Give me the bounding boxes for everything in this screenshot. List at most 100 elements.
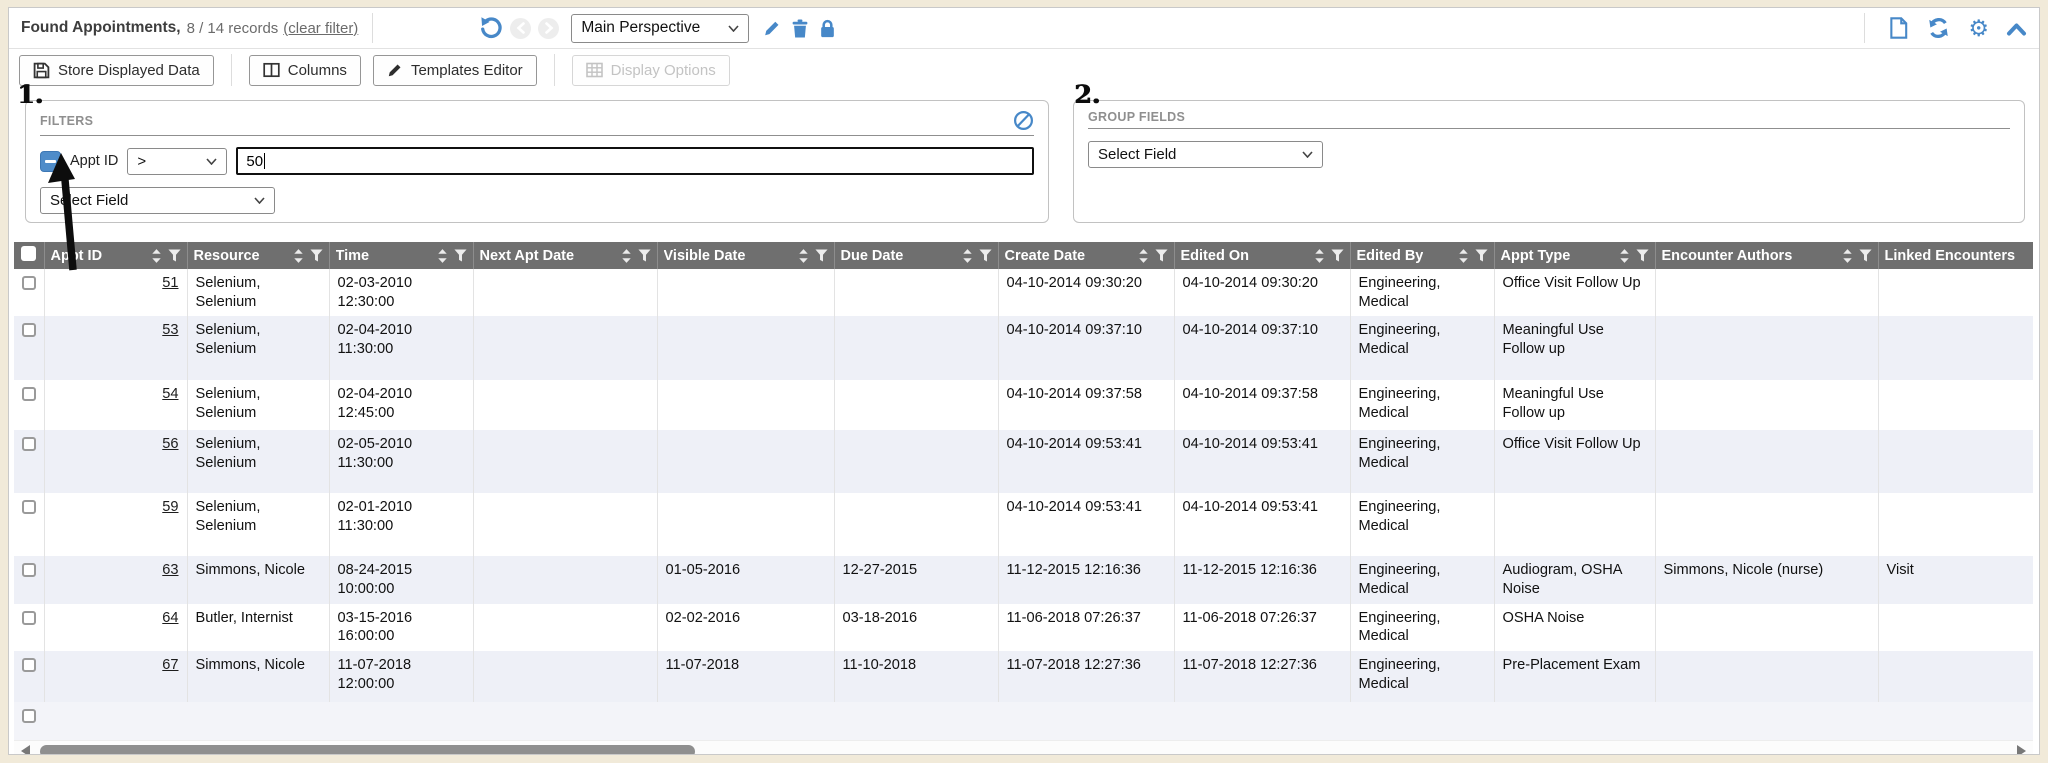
cell-edited_on: 04-10-2014 09:53:41	[1174, 493, 1350, 556]
scrollbar-thumb[interactable]	[40, 745, 695, 755]
templates-editor-button[interactable]: Templates Editor	[373, 55, 537, 86]
divider	[231, 54, 232, 86]
store-displayed-data-button[interactable]: Store Displayed Data	[19, 55, 214, 86]
column-header-appt_id[interactable]: Appt ID	[44, 242, 187, 269]
row-checkbox[interactable]	[22, 276, 36, 290]
filter-value-input[interactable]: 50	[236, 147, 1034, 175]
column-header-linked_encounters[interactable]: Linked Encounters	[1878, 242, 2033, 269]
sort-icon[interactable]	[293, 249, 304, 263]
column-header-next_apt_date[interactable]: Next Apt Date	[473, 242, 657, 269]
collapse-chevron-icon[interactable]	[2006, 21, 2027, 36]
row-checkbox[interactable]	[22, 323, 36, 337]
cell-resource: Selenium, Selenium	[187, 430, 329, 493]
history-back-icon[interactable]	[510, 18, 531, 39]
row-checkbox[interactable]	[22, 437, 36, 451]
cell-resource: Simmons, Nicole	[187, 651, 329, 702]
cell-due_date	[834, 380, 998, 430]
cell-appt_type: OSHA Noise	[1494, 604, 1655, 651]
edit-perspective-icon[interactable]	[762, 19, 781, 38]
cell-encounter_authors	[1655, 604, 1878, 651]
column-header-edited_on[interactable]: Edited On	[1174, 242, 1350, 269]
delete-perspective-icon[interactable]	[791, 19, 809, 38]
sort-icon[interactable]	[962, 249, 973, 263]
clear-all-filters-icon[interactable]	[1013, 110, 1034, 131]
appt-id-link[interactable]: 54	[162, 386, 178, 402]
undo-icon[interactable]	[479, 16, 503, 40]
table-row: 59Selenium, Selenium02-01-2010 11:30:000…	[14, 493, 2033, 556]
column-header-edited_by[interactable]: Edited By	[1350, 242, 1494, 269]
cell-edited_by: Engineering, Medical	[1350, 430, 1494, 493]
row-checkbox[interactable]	[22, 658, 36, 672]
settings-gear-icon[interactable]: ⚙	[1968, 17, 1989, 40]
sort-icon[interactable]	[1842, 249, 1853, 263]
columns-button[interactable]: Columns	[249, 55, 361, 86]
remove-filter-button[interactable]	[40, 151, 61, 172]
filter-funnel-icon[interactable]	[979, 249, 992, 262]
filter-funnel-icon[interactable]	[1636, 249, 1649, 262]
history-forward-icon[interactable]	[538, 18, 559, 39]
horizontal-scrollbar[interactable]	[14, 740, 2033, 755]
clear-filter-link[interactable]: (clear filter)	[283, 20, 358, 37]
filter-funnel-icon[interactable]	[1475, 249, 1488, 262]
filter-funnel-icon[interactable]	[638, 249, 651, 262]
appt-id-link[interactable]: 51	[162, 275, 178, 291]
row-checkbox[interactable]	[22, 387, 36, 401]
scroll-right-arrow-icon[interactable]	[2017, 745, 2026, 755]
sort-icon[interactable]	[798, 249, 809, 263]
filter-funnel-icon[interactable]	[815, 249, 828, 262]
cell-edited_on: 04-10-2014 09:37:58	[1174, 380, 1350, 430]
filter-funnel-icon[interactable]	[1859, 249, 1872, 262]
sort-icon[interactable]	[1458, 249, 1469, 263]
appt-id-link[interactable]: 67	[162, 657, 178, 673]
filter-funnel-icon[interactable]	[1331, 249, 1344, 262]
lock-perspective-icon[interactable]	[819, 19, 836, 38]
sort-icon[interactable]	[1138, 249, 1149, 263]
new-record-icon[interactable]	[1889, 17, 1908, 39]
appt-id-link[interactable]: 63	[162, 562, 178, 578]
grid-icon	[586, 62, 603, 78]
cell-next_apt_date	[473, 556, 657, 603]
scroll-left-arrow-icon[interactable]	[21, 745, 30, 755]
sort-icon[interactable]	[621, 249, 632, 263]
row-checkbox[interactable]	[22, 709, 36, 723]
filter-funnel-icon[interactable]	[168, 249, 181, 262]
row-checkbox[interactable]	[22, 611, 36, 625]
column-header-resource[interactable]: Resource	[187, 242, 329, 269]
select-all-header[interactable]	[14, 242, 44, 269]
sort-icon[interactable]	[437, 249, 448, 263]
cell-appt_id: 56	[44, 430, 187, 493]
row-checkbox[interactable]	[22, 563, 36, 577]
add-filter-field-select[interactable]: Select Field	[40, 187, 275, 214]
filter-funnel-icon[interactable]	[1155, 249, 1168, 262]
filter-funnel-icon[interactable]	[310, 249, 323, 262]
group-field-select[interactable]: Select Field	[1088, 141, 1323, 168]
appt-id-link[interactable]: 59	[162, 499, 178, 515]
appt-id-link[interactable]: 56	[162, 436, 178, 452]
pencil-icon	[387, 62, 403, 78]
cell-edited_by: Engineering, Medical	[1350, 380, 1494, 430]
row-checkbox[interactable]	[22, 500, 36, 514]
column-header-due_date[interactable]: Due Date	[834, 242, 998, 269]
filter-funnel-icon[interactable]	[454, 249, 467, 262]
filter-value: 50	[246, 153, 263, 170]
column-label: Time	[336, 248, 370, 264]
select-all-checkbox[interactable]	[21, 246, 36, 261]
appt-id-link[interactable]: 53	[162, 322, 178, 338]
perspective-select[interactable]: Main Perspective	[571, 14, 749, 43]
column-header-encounter_authors[interactable]: Encounter Authors	[1655, 242, 1878, 269]
column-header-time[interactable]: Time	[329, 242, 473, 269]
sort-icon[interactable]	[1619, 249, 1630, 263]
filter-operator-select[interactable]: >	[127, 148, 227, 175]
cell-time: 02-05-2010 11:30:00	[329, 430, 473, 493]
cell-edited_by: Engineering, Medical	[1350, 556, 1494, 603]
column-header-visible_date[interactable]: Visible Date	[657, 242, 834, 269]
appt-id-link[interactable]: 64	[162, 610, 178, 626]
cell-create_date: 04-10-2014 09:37:10	[998, 316, 1174, 380]
cell-create_date: 04-10-2014 09:53:41	[998, 430, 1174, 493]
column-header-create_date[interactable]: Create Date	[998, 242, 1174, 269]
cell-linked_encounters	[1878, 493, 2033, 556]
column-header-appt_type[interactable]: Appt Type	[1494, 242, 1655, 269]
sort-icon[interactable]	[151, 249, 162, 263]
sort-icon[interactable]	[1314, 249, 1325, 263]
refresh-icon[interactable]	[1927, 17, 1950, 39]
